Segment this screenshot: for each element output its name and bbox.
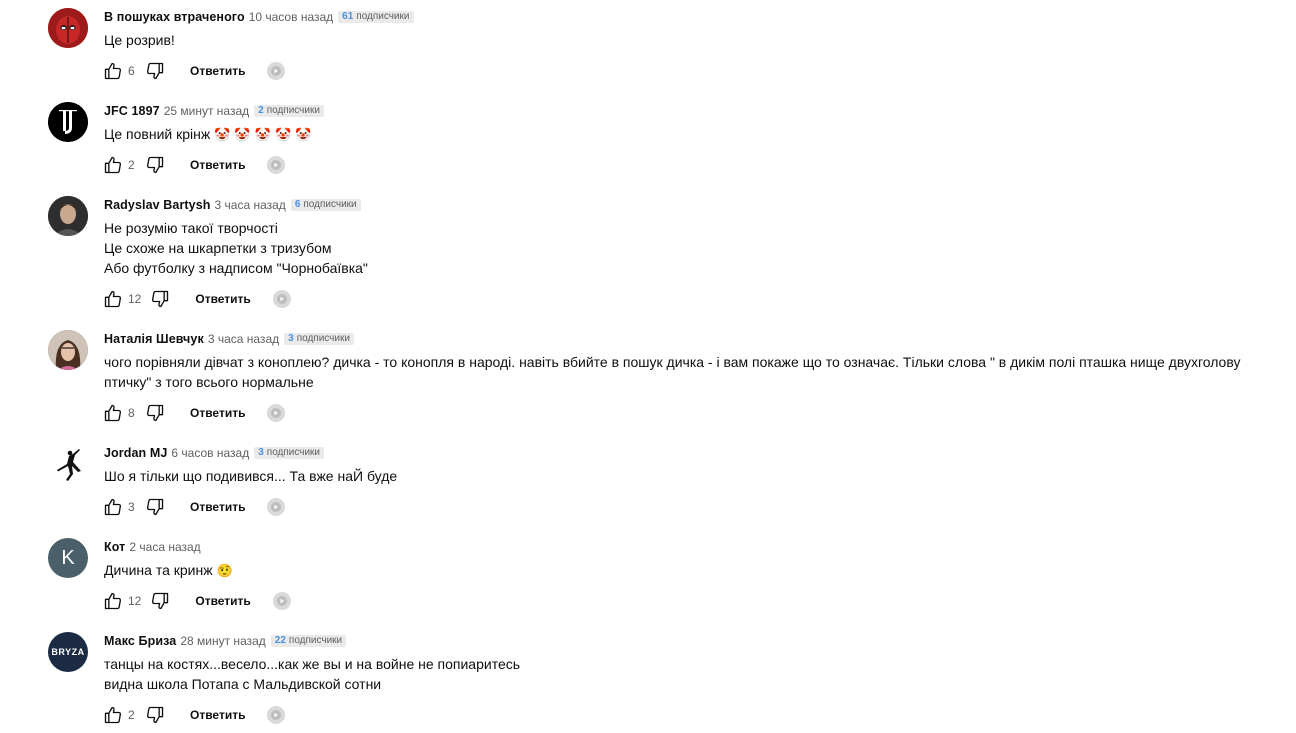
subscriber-label: подписчики bbox=[288, 635, 343, 646]
subscriber-badge: 2 подписчики bbox=[254, 105, 324, 117]
reply-button[interactable]: Ответить bbox=[190, 158, 245, 172]
thumbs-down-icon[interactable] bbox=[144, 154, 166, 176]
subscriber-count: 3 bbox=[288, 333, 294, 344]
thumbs-down-icon[interactable] bbox=[149, 590, 171, 612]
author-name[interactable]: Radyslav Bartysh bbox=[104, 198, 211, 212]
comment-text: Це повний крінж 🤡 🤡 🤡 🤡 🤡 bbox=[104, 124, 1286, 146]
comment-text: Не розумію такої творчості Це схоже на ш… bbox=[104, 220, 368, 276]
comment-time[interactable]: 3 часа назад bbox=[208, 332, 279, 346]
comment-text: Шо я тільки що подивився... Та вже наЙ б… bbox=[104, 468, 398, 484]
thumbs-up-icon[interactable] bbox=[102, 154, 124, 176]
subscriber-count: 3 bbox=[258, 447, 264, 458]
avatar[interactable] bbox=[48, 102, 88, 142]
thumbs-up-icon[interactable] bbox=[102, 704, 124, 726]
subscriber-count: 2 bbox=[258, 105, 264, 116]
avatar[interactable]: K bbox=[48, 538, 88, 578]
thumbs-up-icon[interactable] bbox=[102, 402, 124, 424]
like-count: 12 bbox=[128, 292, 142, 306]
comment-time[interactable]: 6 часов назад bbox=[171, 446, 249, 460]
thumbs-down-icon[interactable] bbox=[144, 496, 166, 518]
author-name[interactable]: Кот bbox=[104, 540, 125, 554]
avatar[interactable] bbox=[48, 330, 88, 370]
like-count: 12 bbox=[128, 594, 142, 608]
creator-heart-icon[interactable] bbox=[267, 404, 286, 422]
thumbs-up-icon[interactable] bbox=[102, 496, 124, 518]
thumbs-up-icon[interactable] bbox=[102, 288, 124, 310]
like-count: 2 bbox=[128, 708, 135, 722]
avatar[interactable]: BRYZA bbox=[48, 632, 88, 672]
thumbs-down-icon[interactable] bbox=[144, 402, 166, 424]
subscriber-badge: 22 подписчики bbox=[270, 635, 347, 647]
subscriber-badge: 3 подписчики bbox=[284, 333, 354, 345]
thumbs-down-icon[interactable] bbox=[149, 288, 171, 310]
comment-text: Це розрив! bbox=[104, 32, 175, 48]
creator-heart-icon[interactable] bbox=[272, 290, 291, 308]
subscriber-label: подписчики bbox=[356, 11, 410, 22]
thumbs-down-icon[interactable] bbox=[144, 60, 166, 82]
subscriber-count: 22 bbox=[274, 635, 286, 646]
thumbs-up-icon[interactable] bbox=[102, 60, 124, 82]
like-count: 2 bbox=[128, 158, 135, 172]
comment-text-body: Дичина та кринж bbox=[104, 562, 213, 578]
author-name[interactable]: Наталія Шевчук bbox=[104, 332, 204, 346]
reply-button[interactable]: Ответить bbox=[195, 292, 250, 306]
thumbs-up-icon[interactable] bbox=[102, 590, 124, 612]
author-name[interactable]: В пошуках втраченого bbox=[104, 10, 245, 24]
subscriber-badge: 61 подписчики bbox=[338, 11, 414, 23]
avatar-letter: K bbox=[61, 546, 75, 569]
comment-text: Дичина та кринж 🤨 bbox=[104, 560, 1286, 582]
comment-time[interactable]: 3 часа назад bbox=[215, 198, 286, 212]
creator-heart-icon[interactable] bbox=[267, 156, 286, 174]
author-name[interactable]: Макс Бриза bbox=[104, 634, 176, 648]
clown-emojis: 🤡 🤡 🤡 🤡 🤡 bbox=[214, 128, 312, 143]
reply-button[interactable]: Ответить bbox=[190, 406, 245, 420]
creator-heart-icon[interactable] bbox=[267, 706, 286, 724]
subscriber-label: подписчики bbox=[303, 199, 357, 210]
like-count: 8 bbox=[128, 406, 135, 420]
subscriber-badge: 6 подписчики bbox=[290, 199, 361, 211]
reply-button[interactable]: Ответить bbox=[190, 64, 245, 78]
thumbs-down-icon[interactable] bbox=[144, 704, 166, 726]
comment-text: чого порівняли дівчат з коноплею? дичка … bbox=[104, 354, 1241, 390]
like-count: 6 bbox=[128, 64, 135, 78]
comment-text-body: Це повний крінж bbox=[104, 126, 211, 142]
author-name[interactable]: JFC 1897 bbox=[104, 104, 160, 118]
subscriber-label: подписчики bbox=[296, 333, 350, 344]
subscriber-count: 6 bbox=[294, 199, 301, 210]
author-name[interactable]: Jordan MJ bbox=[104, 446, 167, 460]
comment-time[interactable]: 2 часа назад bbox=[129, 540, 200, 554]
comment-text: танцы на костях...весело...как же вы и н… bbox=[104, 656, 521, 692]
reply-button[interactable]: Ответить bbox=[195, 594, 250, 608]
subscriber-count: 61 bbox=[342, 11, 354, 22]
avatar-logo-text: BRYZA bbox=[51, 647, 85, 657]
avatar[interactable] bbox=[48, 196, 88, 236]
subscriber-label: подписчики bbox=[266, 105, 320, 116]
subscriber-badge: 3 подписчики bbox=[254, 447, 325, 459]
comment-time[interactable]: 25 минут назад bbox=[164, 104, 249, 118]
avatar[interactable] bbox=[48, 444, 88, 484]
reply-button[interactable]: Ответить bbox=[190, 500, 245, 514]
like-count: 3 bbox=[128, 500, 135, 514]
creator-heart-icon[interactable] bbox=[272, 592, 291, 610]
creator-heart-icon[interactable] bbox=[267, 62, 286, 80]
avatar[interactable] bbox=[48, 8, 88, 48]
subscriber-label: подписчики bbox=[266, 447, 321, 458]
creator-heart-icon[interactable] bbox=[267, 498, 286, 516]
reply-button[interactable]: Ответить bbox=[190, 708, 245, 722]
comment-time[interactable]: 10 часов назад bbox=[249, 10, 333, 24]
comment-time[interactable]: 28 минут назад bbox=[180, 634, 265, 648]
raised-eyebrow-emoji: 🤨 bbox=[216, 564, 233, 579]
